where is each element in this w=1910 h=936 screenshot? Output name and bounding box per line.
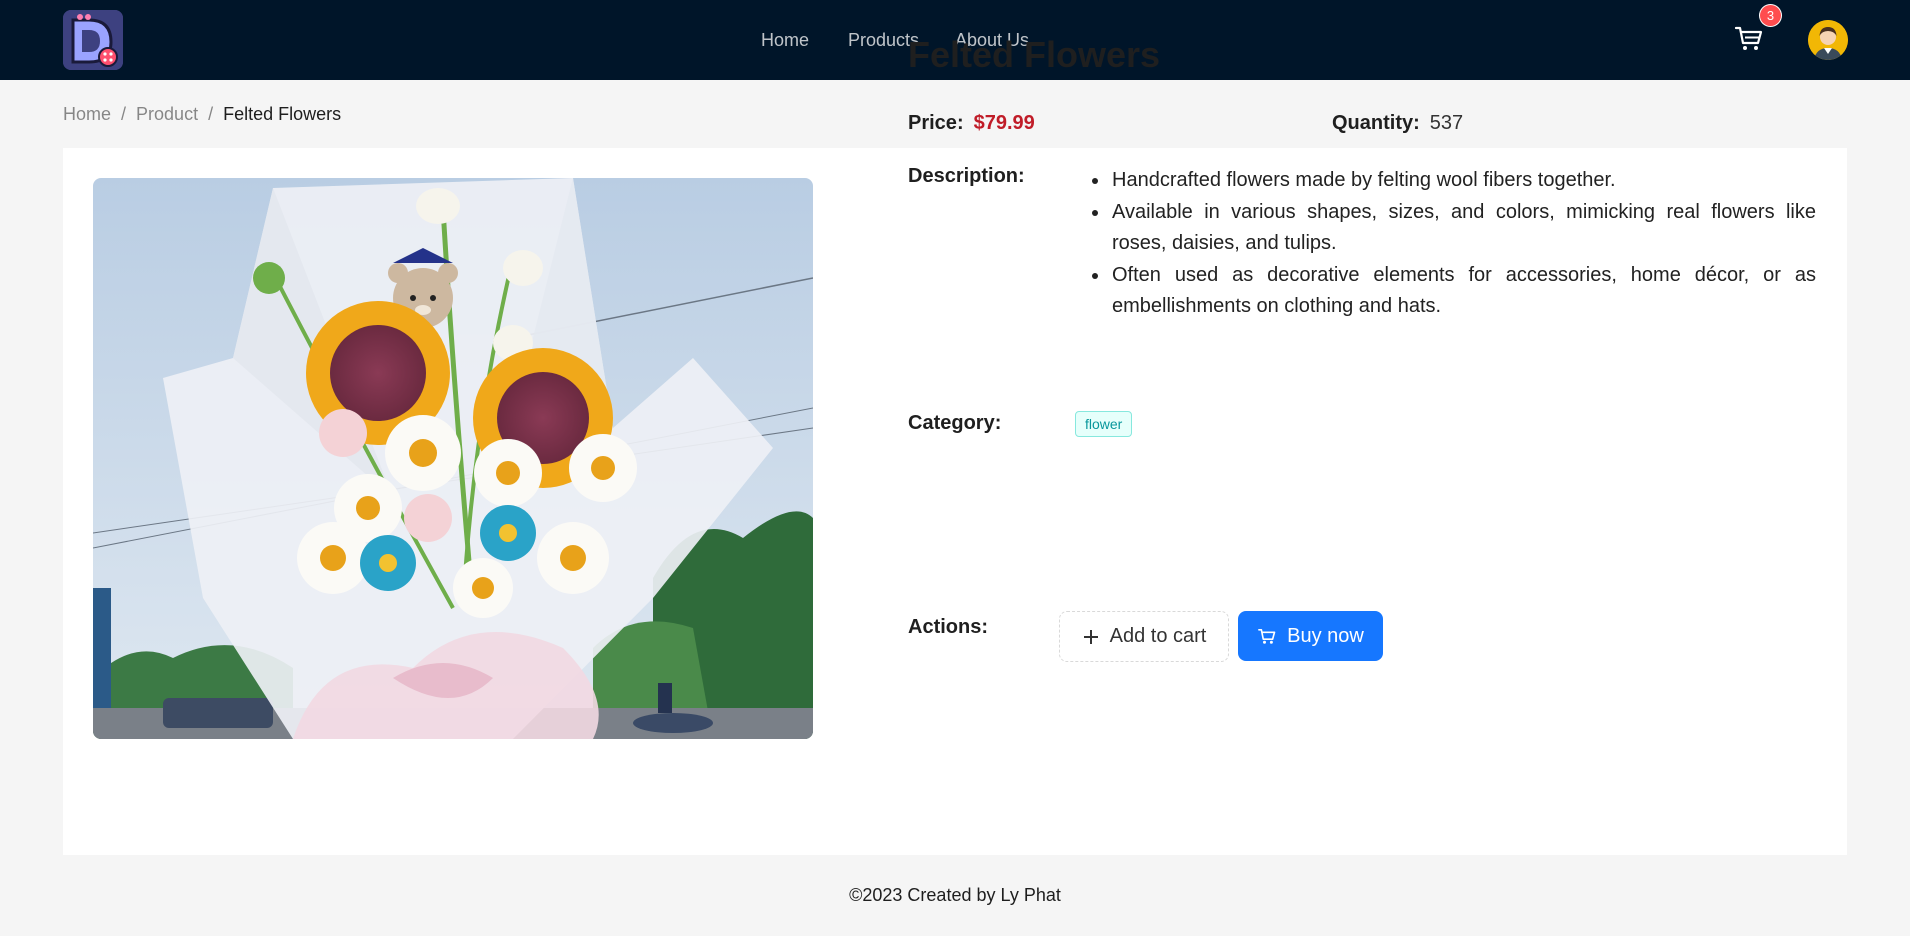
product-image [93, 178, 813, 739]
price-field: Price: $79.99 [908, 112, 1035, 135]
footer-copyright: ©2023 Created by Ly Phat [849, 885, 1061, 905]
category-label: Category: [908, 412, 1002, 434]
shopping-cart-icon [1257, 626, 1277, 646]
description-item: Available in various shapes, sizes, and … [1110, 197, 1816, 260]
breadcrumb-separator: / [208, 104, 214, 124]
buy-now-button[interactable]: Buy now [1238, 611, 1383, 661]
breadcrumb-separator: / [121, 104, 127, 124]
bouquet-photo [93, 178, 813, 739]
description-item: Often used as decorative elements for ac… [1110, 260, 1816, 323]
price-value: $79.99 [973, 112, 1035, 134]
category-tag: flower [1075, 411, 1133, 437]
cart-button[interactable] [1733, 22, 1769, 58]
user-avatar-icon [1808, 20, 1848, 60]
breadcrumb-home[interactable]: Home [63, 104, 111, 125]
breadcrumb-current: Felted Flowers [223, 104, 342, 124]
logo-d-icon [63, 10, 123, 70]
add-to-cart-label: Add to cart [1109, 625, 1207, 647]
description-list: Handcrafted flowers made by felting wool… [1084, 165, 1816, 323]
description-item: Handcrafted flowers made by felting wool… [1110, 165, 1816, 197]
description-label: Description: [908, 165, 1025, 187]
plus-icon [1082, 628, 1100, 646]
quantity-field: Quantity: 537 [1332, 112, 1463, 135]
buy-now-label: Buy now [1287, 624, 1364, 647]
user-avatar[interactable] [1808, 20, 1848, 60]
breadcrumb-product[interactable]: Product [136, 104, 198, 125]
price-label: Price: [908, 112, 964, 134]
cart-count-badge: 3 [1760, 5, 1781, 26]
quantity-value: 537 [1429, 112, 1464, 134]
quantity-label: Quantity: [1332, 112, 1420, 134]
add-to-cart-button[interactable]: Add to cart [1059, 611, 1229, 662]
actions-label: Actions: [908, 616, 989, 638]
nav-home[interactable]: Home [761, 30, 809, 51]
logo[interactable] [63, 10, 123, 70]
breadcrumb: Home / Product / Felted Flowers [63, 104, 341, 125]
product-title: Felted Flowers [908, 34, 1161, 75]
shopping-cart-icon [1734, 26, 1763, 50]
